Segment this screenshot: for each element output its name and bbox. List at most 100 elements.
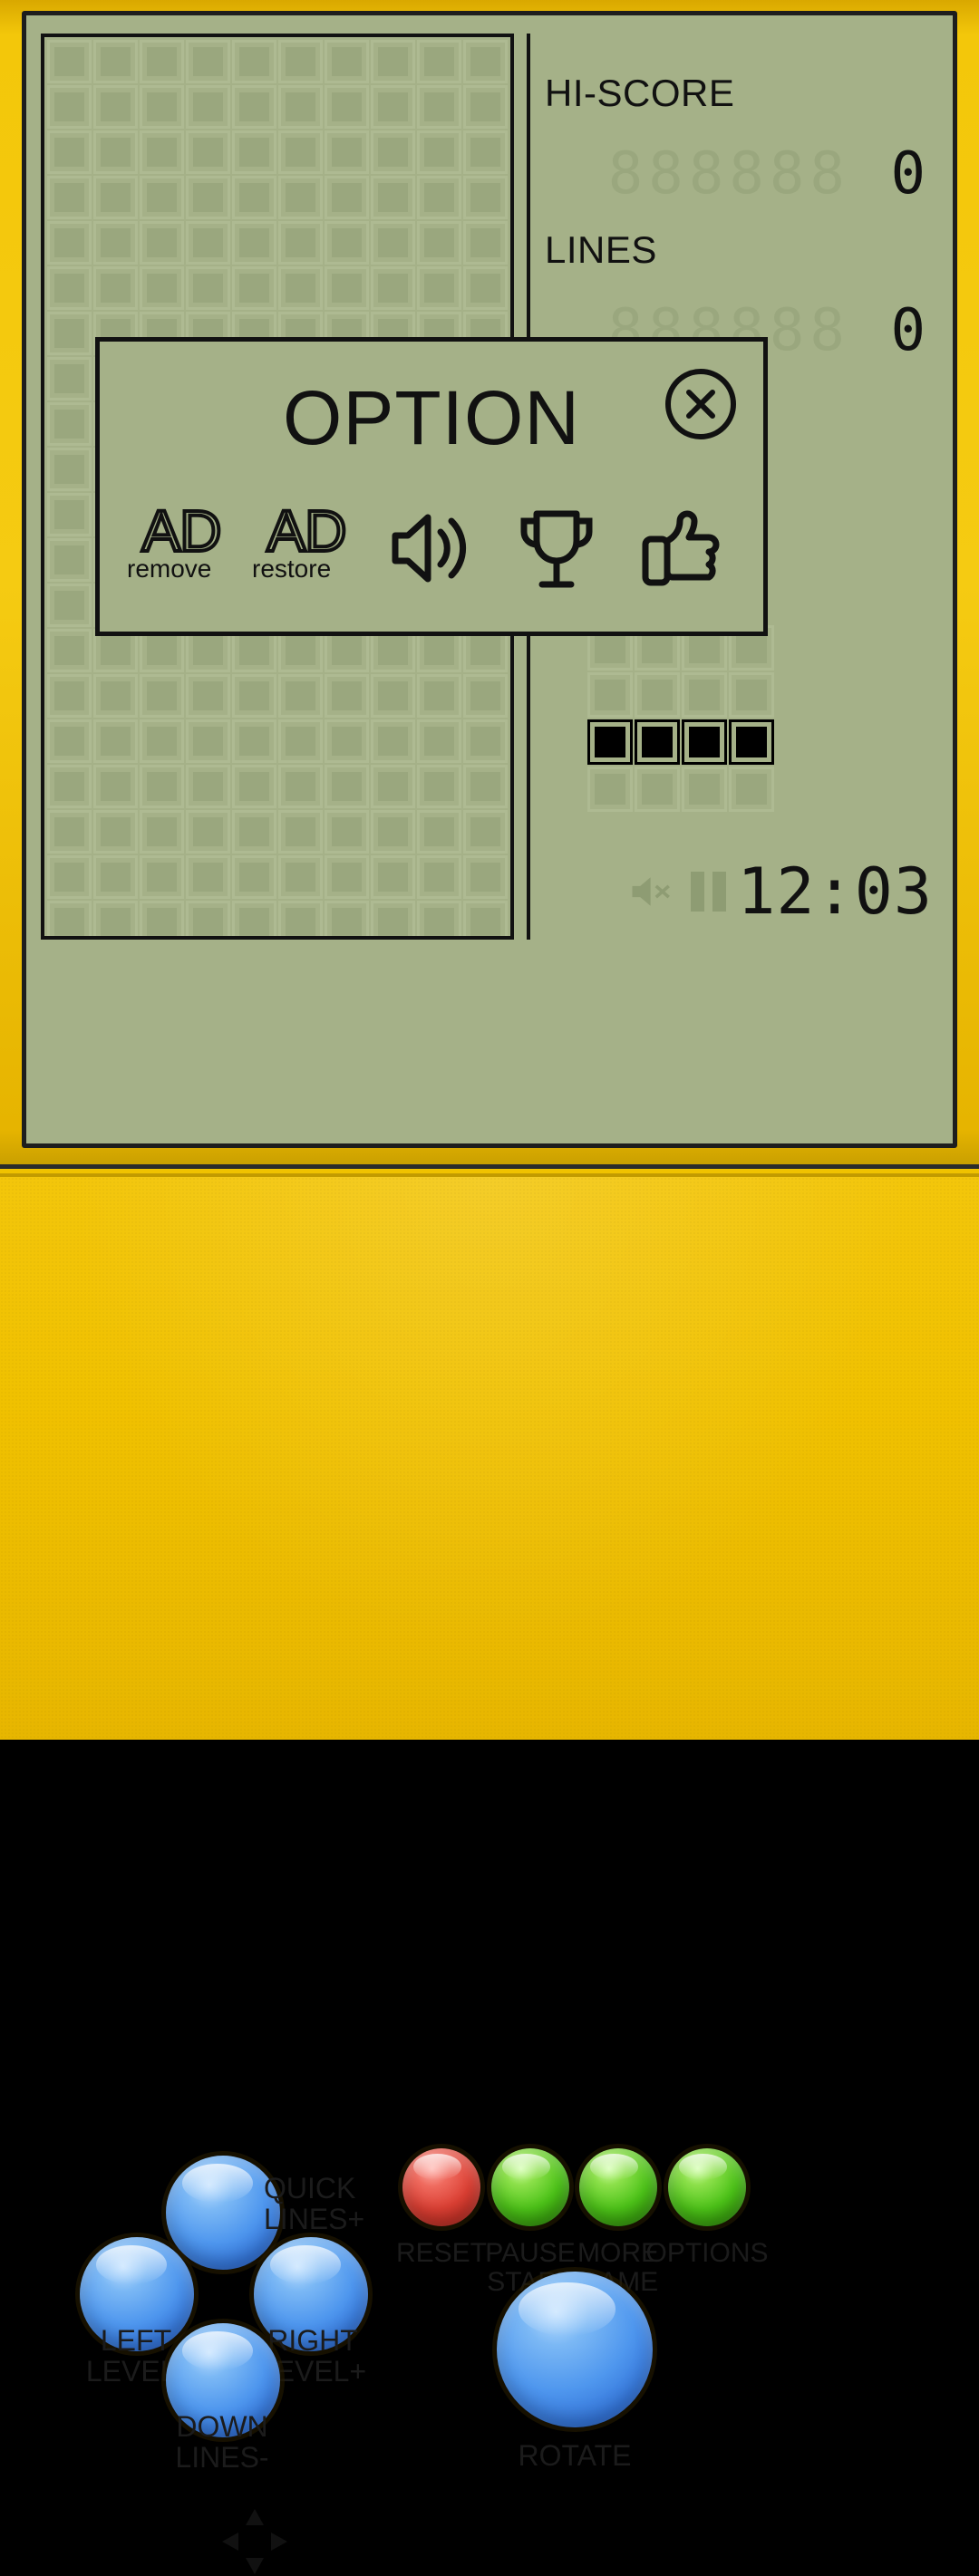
playfield-cell [325, 765, 369, 808]
playfield-cell [93, 674, 138, 718]
control-panel: QUICK LINES+ LEFT LEVEL- RIGHT LEVEL+ DO… [0, 1173, 979, 1740]
rotate-button[interactable] [497, 2272, 653, 2427]
pause-start-button[interactable] [491, 2148, 569, 2226]
playfield-cell [186, 765, 230, 808]
playfield-cell [463, 855, 508, 899]
playfield-cell [325, 221, 369, 265]
dpad-down-button[interactable] [166, 2323, 280, 2437]
playfield-cell [47, 584, 92, 627]
playfield-cell [325, 719, 369, 763]
playfield-cell [278, 85, 323, 129]
playfield-cell [47, 40, 92, 83]
close-button[interactable] [664, 367, 738, 441]
option-rate[interactable] [625, 505, 738, 592]
speaker-on-icon [386, 505, 477, 592]
option-dialog[interactable]: OPTION AD remove [95, 337, 768, 636]
playfield-cell [140, 176, 184, 219]
playfield-cell [232, 130, 276, 174]
playfield-cell [232, 765, 276, 808]
lcd-statusbar: 12:03 [539, 860, 933, 923]
playfield-cell [93, 176, 138, 219]
hiscore-display: 888888 0 [539, 140, 938, 209]
playfield-cell [140, 85, 184, 129]
playfield-cell [463, 765, 508, 808]
playfield-cell [232, 901, 276, 940]
playfield-cell [47, 221, 92, 265]
playfield-cell [47, 855, 92, 899]
preview-cell-empty [587, 767, 633, 812]
playfield-cell [47, 448, 92, 491]
options-button[interactable] [668, 2148, 746, 2226]
option-ad-restore[interactable]: AD restore [250, 505, 363, 584]
preview-cell-filled [682, 719, 727, 765]
playfield-cell [232, 85, 276, 129]
trophy-icon [511, 505, 602, 592]
option-leaderboard[interactable] [500, 505, 613, 592]
playfield-cell [278, 40, 323, 83]
playfield-cell [325, 266, 369, 310]
playfield-cell [47, 402, 92, 446]
playfield-cell [47, 176, 92, 219]
preview-cell-empty [682, 767, 727, 812]
playfield-cell [417, 765, 461, 808]
playfield-cell [140, 674, 184, 718]
playfield-cell [47, 312, 92, 355]
playfield-cell [463, 221, 508, 265]
option-sound[interactable] [375, 505, 488, 592]
playfield-cell [47, 810, 92, 854]
playfield-cell [47, 674, 92, 718]
playfield-cell [371, 130, 415, 174]
option-ad-remove[interactable]: AD remove [125, 505, 237, 584]
dpad-left-button[interactable] [80, 2237, 194, 2351]
playfield-cell [278, 176, 323, 219]
playfield-cell [186, 674, 230, 718]
playfield-cell [463, 40, 508, 83]
preview-cell-filled [729, 719, 774, 765]
playfield-cell [325, 855, 369, 899]
playfield-cell [417, 176, 461, 219]
playfield-cell [186, 855, 230, 899]
playfield-cell [371, 901, 415, 940]
playfield-cell [186, 901, 230, 940]
reset-button[interactable] [402, 2148, 480, 2226]
preview-cell-empty [635, 767, 680, 812]
playfield-cell [47, 901, 92, 940]
preview-cell-filled [635, 719, 680, 765]
playfield-cell [371, 810, 415, 854]
playfield-cell [93, 221, 138, 265]
playfield-cell [186, 130, 230, 174]
playfield-cell [93, 40, 138, 83]
playfield-cell [93, 855, 138, 899]
playfield-cell [278, 719, 323, 763]
playfield-cell [93, 266, 138, 310]
playfield-cell [140, 130, 184, 174]
screen-bezel: HI-SCORE 888888 0 LINES 888888 0 [22, 11, 957, 1148]
playfield-cell [325, 810, 369, 854]
playfield-cell [47, 85, 92, 129]
playfield-cell [417, 130, 461, 174]
playfield-cell [140, 266, 184, 310]
playfield-cell [232, 855, 276, 899]
option-list: AD remove AD restore [125, 505, 738, 592]
preview-cell-empty [635, 672, 680, 718]
dpad-right-button[interactable] [254, 2237, 368, 2351]
next-piece-preview [586, 624, 775, 813]
playfield-cell [371, 85, 415, 129]
playfield-cell [278, 221, 323, 265]
more-game-button[interactable] [579, 2148, 657, 2226]
playfield-cell [417, 901, 461, 940]
hiscore-value: 0 [890, 140, 931, 207]
playfield-cell [325, 674, 369, 718]
playfield-cell [186, 176, 230, 219]
playfield-cell [232, 40, 276, 83]
lcd-screen: HI-SCORE 888888 0 LINES 888888 0 [26, 15, 953, 1143]
playfield-cell [232, 719, 276, 763]
playfield-cell [186, 810, 230, 854]
playfield-cell [371, 266, 415, 310]
playfield-cell [93, 765, 138, 808]
playfield-cell [47, 357, 92, 400]
playfield-cell [325, 130, 369, 174]
dpad-up-button[interactable] [166, 2156, 280, 2270]
playfield-cell [186, 221, 230, 265]
playfield-cell [232, 266, 276, 310]
